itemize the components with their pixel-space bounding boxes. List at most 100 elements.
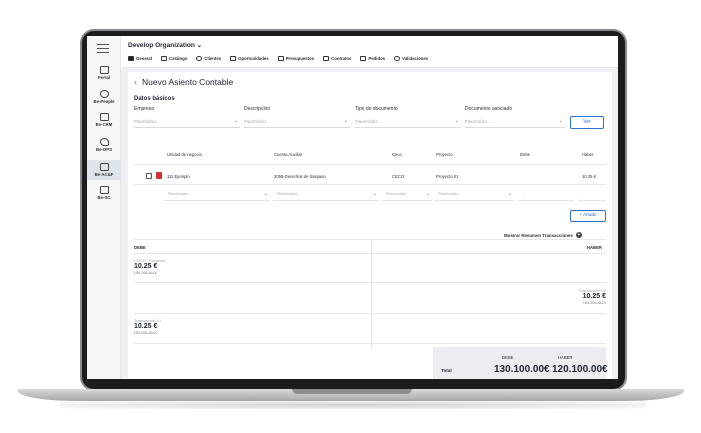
tab-label: Validaciones xyxy=(402,56,429,61)
budget-icon xyxy=(277,56,284,61)
laptop-mockup: Portal Be-People Be-CRM Be-OPS Be-AC&F B… xyxy=(0,0,701,433)
tipo-documento-label: Tipo de documento xyxy=(355,106,398,112)
cell-haber: 10.25 € xyxy=(582,174,596,179)
col-unidad-negocio: Unidad de negocio xyxy=(167,152,202,157)
tab-label: Pedidos xyxy=(368,56,386,61)
proyecto-input-placeholder: Placeholder... xyxy=(438,192,462,196)
chevron-down-icon: ⌄ xyxy=(372,191,377,197)
haber-input[interactable]: ... xyxy=(578,189,606,201)
sidebar-item-portal[interactable]: Portal xyxy=(87,66,121,80)
add-row-button[interactable]: + Añadir xyxy=(570,210,606,222)
total-haber-header: HABER xyxy=(558,355,573,360)
main-area: ‹ Nuevo Asiento Contable Datos básicos E… xyxy=(121,68,618,379)
chevron-down-icon: ⌄ xyxy=(263,191,268,197)
col-debe: Debe xyxy=(520,152,531,157)
summary-entry: CECO - Proyecto 10.25 € UN.205.AUX xyxy=(134,258,165,275)
proyecto-input[interactable]: Placeholder... ⌄ xyxy=(434,189,514,201)
documento-asociado-select[interactable]: Placeholder... ⌄ xyxy=(465,116,565,128)
summary-entry: Transacción 01 10.25 € UN.205.AUX xyxy=(134,318,161,335)
summary-divider xyxy=(371,240,372,348)
tab-label: Contratos xyxy=(331,56,352,61)
contracts-icon xyxy=(323,56,330,61)
col-ceco: Ceco xyxy=(392,152,402,157)
chevron-down-icon: ⌄ xyxy=(425,191,430,197)
sidebar-item-be-acf[interactable]: Be-AC&F xyxy=(87,160,121,180)
cell-ceco: CECO xyxy=(392,174,405,179)
empresa-label: Empresa xyxy=(134,106,155,112)
cell-cuenta: 2058-Derechos de traspaso xyxy=(274,174,326,179)
divider xyxy=(134,343,606,344)
unidad-input[interactable]: Placeholder... ⌄ xyxy=(164,189,270,201)
laptop-shadow xyxy=(60,401,646,409)
page-title-text: Nuevo Asiento Contable xyxy=(142,77,234,87)
tab-validaciones[interactable]: Validaciones xyxy=(394,56,428,61)
total-debe-value: 130.100.00€ xyxy=(494,364,550,375)
summary-entry: Transacción 02 10.25 € UN.205.AUX xyxy=(579,288,606,305)
sidebar-item-label: Portal xyxy=(97,75,111,80)
sidebar-item-be-crm[interactable]: Be-CRM xyxy=(87,113,121,127)
tab-oportunidades[interactable]: Oportunidades xyxy=(230,56,269,61)
tab-label: Clientes xyxy=(204,56,222,61)
tab-label: Oportunidades xyxy=(238,56,269,61)
entry-account: UN.205.AUX xyxy=(134,270,157,275)
chevron-down-icon: ⌄ xyxy=(196,42,203,49)
tab-label: General xyxy=(136,56,153,61)
trash-icon[interactable] xyxy=(156,172,162,179)
documento-placeholder: Placeholder... xyxy=(465,119,491,124)
cuenta-input[interactable]: Placeholder... ⌄ xyxy=(273,189,379,201)
empresa-select[interactable]: Placeholder... ⌄ xyxy=(134,116,240,128)
sidebar-item-be-ops[interactable]: Be-OPS xyxy=(87,138,121,152)
entry-amount: 10.25 € xyxy=(134,323,158,330)
col-cuenta-auxiliar: Cuenta Auxiliar xyxy=(274,152,303,157)
tipo-placeholder: Placeholder... xyxy=(355,119,381,124)
edit-icon[interactable] xyxy=(146,173,152,179)
organization-name: Develop Organization xyxy=(128,42,195,49)
chevron-down-icon: ⌄ xyxy=(454,118,459,124)
summary-toggle-label: Mostrar Resumen Transacciones xyxy=(504,232,573,238)
cell-unidad: 111 Ejemplo xyxy=(167,174,190,179)
total-label: Total xyxy=(441,368,452,373)
divider xyxy=(134,164,606,165)
tipo-documento-select[interactable]: Placeholder... ⌄ xyxy=(355,116,461,128)
descripcion-select[interactable]: Placeholder... ⌄ xyxy=(244,116,350,128)
divider xyxy=(134,184,606,185)
tab-contratos[interactable]: Contratos xyxy=(323,56,351,61)
summary-haber-header: HABER xyxy=(587,245,602,250)
portal-icon xyxy=(99,66,109,74)
clients-icon xyxy=(196,56,203,61)
documento-asociado-label: Documento asociado xyxy=(465,106,512,112)
plus-icon: + xyxy=(575,232,582,238)
descripcion-label: Descripción xyxy=(244,106,271,112)
debe-input[interactable]: ... xyxy=(518,189,574,201)
ceco-input[interactable]: Placeholder... ⌄ xyxy=(382,189,432,201)
top-bar: Develop Organization ⌄ General Catálogo … xyxy=(121,36,618,68)
menu-icon[interactable] xyxy=(97,44,109,54)
tab-pedidos[interactable]: Pedidos xyxy=(360,56,385,61)
sidebar: Portal Be-People Be-CRM Be-OPS Be-AC&F B… xyxy=(87,36,121,379)
chevron-down-icon: ⌄ xyxy=(558,118,563,124)
sidebar-item-label: Be-OPS xyxy=(96,147,112,152)
summary-toggle[interactable]: Mostrar Resumen Transacciones + xyxy=(504,232,582,238)
organization-selector[interactable]: Develop Organization ⌄ xyxy=(128,41,202,49)
debe-input-placeholder: ... xyxy=(522,192,526,196)
chevron-down-icon: ⌄ xyxy=(507,191,512,197)
ver-button[interactable]: Ver xyxy=(570,116,604,129)
tab-presupuestos[interactable]: Presupuestos xyxy=(277,56,314,61)
truck-icon xyxy=(99,186,109,194)
tab-catalogo[interactable]: Catálogo xyxy=(161,56,187,61)
sidebar-item-be-sc[interactable]: Be-SC xyxy=(87,186,121,200)
general-icon xyxy=(128,56,134,61)
divider xyxy=(134,239,606,240)
orders-icon xyxy=(360,56,367,61)
entry-account: UN.205.AUX xyxy=(134,330,157,335)
tab-clientes[interactable]: Clientes xyxy=(196,56,221,61)
form-panel: ‹ Nuevo Asiento Contable Datos básicos E… xyxy=(128,72,612,379)
back-icon[interactable]: ‹ xyxy=(134,77,137,87)
total-debe-header: DEBE xyxy=(502,355,514,360)
sidebar-item-be-people[interactable]: Be-People xyxy=(87,90,121,104)
entry-amount: 10.25 € xyxy=(582,293,606,300)
people-icon xyxy=(99,90,109,98)
cuenta-input-placeholder: Placeholder... xyxy=(277,192,301,196)
haber-input-placeholder: ... xyxy=(582,192,586,196)
tab-general[interactable]: General xyxy=(128,56,152,61)
